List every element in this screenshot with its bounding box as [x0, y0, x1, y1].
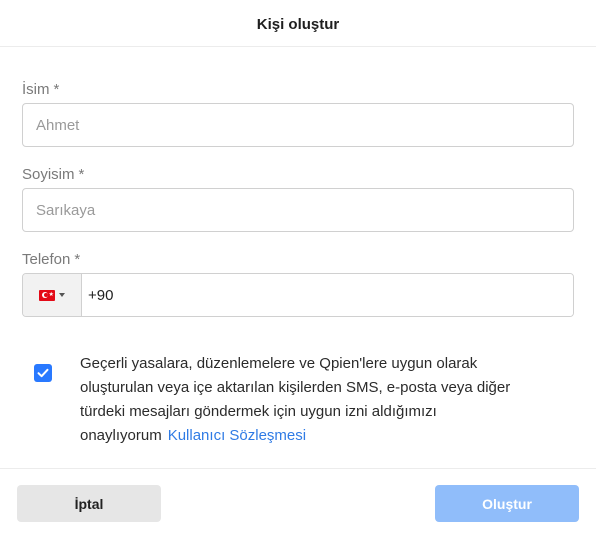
create-button[interactable]: Oluştur [435, 485, 579, 522]
first-name-label: İsim * [22, 81, 59, 98]
dialog-footer: İptal Oluştur [0, 468, 596, 536]
dialog-header: Kişi oluştur [0, 0, 596, 47]
required-mark: * [74, 251, 81, 268]
phone-label-text: Telefon [22, 251, 71, 268]
consent-checkbox[interactable] [34, 364, 52, 382]
last-name-label-text: Soyisim [22, 166, 75, 183]
cancel-button[interactable]: İptal [17, 485, 161, 522]
phone-field: ★ [22, 273, 574, 317]
first-name-label-text: İsim [22, 81, 50, 98]
turkey-flag-icon: ★ [39, 289, 55, 301]
check-icon [37, 368, 49, 378]
first-name-input[interactable] [22, 103, 574, 147]
last-name-input[interactable] [22, 188, 574, 232]
caret-down-icon [59, 293, 65, 297]
phone-label: Telefon * [22, 251, 80, 268]
phone-input[interactable] [82, 274, 573, 316]
last-name-label: Soyisim * [22, 166, 84, 183]
dialog-title: Kişi oluştur [256, 16, 340, 33]
required-mark: * [78, 166, 85, 183]
country-code-select[interactable]: ★ [23, 274, 82, 316]
user-agreement-link[interactable]: Kullanıcı Sözleşmesi [168, 427, 306, 444]
required-mark: * [53, 81, 60, 98]
consent-text: Geçerli yasalara, düzenlemelere ve Qpien… [80, 352, 550, 448]
